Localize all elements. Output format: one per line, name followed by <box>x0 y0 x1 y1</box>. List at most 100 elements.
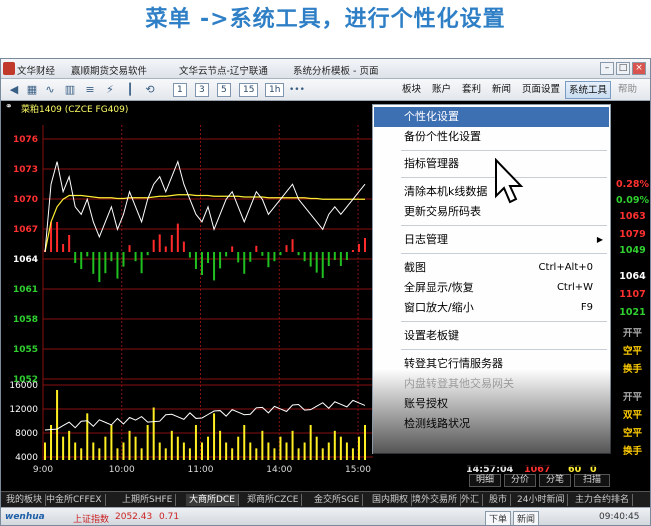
exchange-tab[interactable]: 郑商所CZCE <box>244 494 303 506</box>
exchange-tab[interactable]: 我的板块 <box>3 494 47 506</box>
diff-bar <box>98 252 101 282</box>
price-tick-label: 1073 <box>13 165 38 175</box>
menu-item-indicator-manager[interactable]: 指标管理器 <box>374 154 609 174</box>
more-icon[interactable]: ••• <box>289 83 305 97</box>
candlestick-icon[interactable]: ┃ <box>123 83 137 97</box>
period-button-5[interactable]: 5 <box>217 83 231 97</box>
period-button-1h[interactable]: 1h <box>265 83 285 97</box>
volume-bar <box>122 442 125 460</box>
menu-item-fullscreen[interactable]: 全屏显示/恢复 Ctrl+W <box>374 278 609 298</box>
menu-item-account-auth[interactable]: 账号授权 <box>374 394 609 414</box>
menu-item-update-codes[interactable]: 更新交易所码表 <box>374 202 609 222</box>
menu-item-log-manager[interactable]: 日志管理 ▶ <box>374 230 609 250</box>
volume-bar <box>351 448 354 460</box>
menu-help[interactable]: 帮助 <box>615 81 640 99</box>
menu-item-switch-server[interactable]: 转登其它行情服务器 <box>374 354 609 374</box>
diff-bar <box>345 252 348 260</box>
diff-bar <box>231 246 234 252</box>
menu-system-tools[interactable]: 系统工具 <box>565 81 612 99</box>
volume-bar <box>357 436 360 460</box>
exchange-tab[interactable]: 24小时新闻 <box>514 494 569 506</box>
menu-news[interactable]: 新闻 <box>489 81 514 99</box>
menu-item-clear-kline[interactable]: 清除本机k线数据 <box>374 182 609 202</box>
volume-bar <box>213 413 216 460</box>
period-button-3[interactable]: 3 <box>195 83 209 97</box>
order-button[interactable]: 下单 <box>485 511 512 525</box>
exchange-tab[interactable]: 上期所SHFE <box>119 494 177 506</box>
average-price-line <box>44 194 365 253</box>
exchange-tab[interactable]: 金交所SGE <box>311 494 364 506</box>
close-icon[interactable]: × <box>632 62 646 75</box>
lightning-icon[interactable]: ⚡ <box>103 83 117 97</box>
tab-detail[interactable]: 明细 <box>469 474 501 487</box>
menu-account[interactable]: 账户 <box>429 81 454 99</box>
intraday-chart[interactable]: 1076 1073 1070 1067 1064 1061 1058 1055 1052 160… <box>1 115 441 513</box>
exchange-tab[interactable]: 股市 <box>486 494 512 506</box>
menu-separator <box>401 321 607 322</box>
diff-bar <box>333 252 336 260</box>
refresh-icon[interactable]: ⟲ <box>143 83 157 97</box>
exchange-tab[interactable]: 国内期权 <box>369 494 413 506</box>
list-icon[interactable]: ≡ <box>83 83 97 97</box>
diff-bar <box>364 238 366 252</box>
volume-line <box>44 399 366 431</box>
grid-icon[interactable]: ▦ <box>25 83 39 97</box>
news-button[interactable]: 新闻 <box>513 511 540 525</box>
diff-bar <box>285 245 288 252</box>
chart-line-icon[interactable]: ∿ <box>43 83 57 97</box>
volume-bar <box>339 436 342 460</box>
bar-chart-icon[interactable]: ▥ <box>63 83 77 97</box>
menu-item-window-zoom[interactable]: 窗口放大/缩小 F9 <box>374 298 609 318</box>
diff-bar <box>297 252 300 256</box>
price-tick-label: 1055 <box>13 345 38 355</box>
period-button-15[interactable]: 15 <box>239 83 259 97</box>
time-tick-label: 9:00 <box>33 465 53 474</box>
app-logo-icon <box>3 62 15 75</box>
volume-bar <box>146 425 149 460</box>
volume-bar <box>249 442 252 460</box>
exchange-tab[interactable]: 中金所CFFEX <box>43 494 106 506</box>
minimize-icon[interactable]: – <box>600 62 614 75</box>
menu-item-backup-personalize[interactable]: 备份个性化设置 <box>374 127 609 147</box>
tab-price-split[interactable]: 分价 <box>504 474 536 487</box>
menu-item-screenshot[interactable]: 截图 Ctrl+Alt+0 <box>374 258 609 278</box>
volume-bar <box>315 436 318 460</box>
diff-bar <box>152 239 155 252</box>
period-button-1[interactable]: 1 <box>173 83 187 97</box>
exchange-tab[interactable]: 主力合约排名 <box>572 494 634 506</box>
volume-bar <box>158 442 161 460</box>
diff-bar <box>158 234 161 252</box>
diff-bar <box>62 244 65 252</box>
diff-bar <box>140 252 143 274</box>
exchange-tab[interactable]: 大商所DCE <box>186 494 239 506</box>
exchange-tab[interactable]: 境外交易所 <box>409 494 462 506</box>
back-icon[interactable]: ◀ <box>7 83 21 97</box>
tab-scan[interactable]: 扫描 <box>574 474 610 487</box>
volume-bar <box>68 430 71 460</box>
diff-bar <box>213 252 216 281</box>
quote-value: 1063 <box>619 211 646 222</box>
diff-bar <box>243 252 246 274</box>
menu-separator <box>401 253 607 254</box>
tab-tick[interactable]: 分笔 <box>539 474 571 487</box>
menu-bankuai[interactable]: 板块 <box>399 81 424 99</box>
maximize-icon[interactable]: □ <box>616 62 630 75</box>
exchange-tab[interactable]: 外汇 <box>458 494 484 506</box>
menu-arbitrage[interactable]: 套利 <box>459 81 484 99</box>
volume-bar <box>116 448 119 460</box>
volume-bar <box>50 425 53 460</box>
diff-bar <box>128 245 131 252</box>
menu-page-settings[interactable]: 页面设置 <box>519 81 563 99</box>
diff-bar <box>86 252 89 257</box>
volume-tick-label: 8000 <box>15 429 38 439</box>
menu-item-boss-key[interactable]: 设置老板键 <box>374 326 609 346</box>
volume-bar <box>104 436 107 460</box>
menu-item-personalize[interactable]: 个性化设置 <box>374 107 609 127</box>
volume-bar <box>285 442 288 460</box>
time-tick-label: 10:00 <box>109 465 135 474</box>
volume-bar <box>188 448 191 460</box>
menu-item-check-line[interactable]: 检测线路状况 <box>374 414 609 434</box>
volume-bar <box>194 425 197 460</box>
volume-bar <box>364 425 366 460</box>
volume-bar <box>261 430 264 460</box>
